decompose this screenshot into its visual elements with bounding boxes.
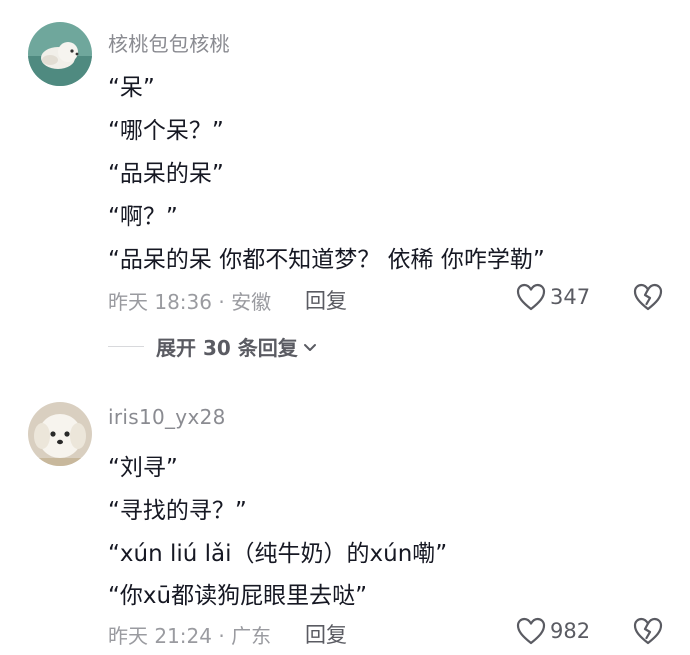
comment-text-line: “品呆的呆”: [108, 161, 224, 187]
comment-text-line: “哪个呆？”: [108, 118, 224, 144]
broken-heart-icon: [633, 617, 663, 645]
divider: [108, 346, 144, 347]
like-button[interactable]: 347: [516, 283, 590, 311]
comment-text-line: “呆”: [108, 75, 155, 101]
comment-text-line: “啊？”: [108, 204, 178, 230]
expand-replies[interactable]: 展开 30 条回复: [108, 332, 318, 361]
comment-text-line: “品呆的呆 你都不知道梦？ 依稀 你咋学勒”: [108, 247, 545, 273]
comment-meta: 昨天 21:24 · 广东: [108, 624, 272, 648]
like-count: 982: [550, 619, 591, 643]
chevron-down-icon[interactable]: [302, 339, 318, 355]
reply-button[interactable]: 回复: [305, 285, 347, 315]
dislike-button[interactable]: [633, 617, 663, 649]
heart-outline-icon: [516, 283, 546, 311]
heart-outline-icon: [516, 617, 546, 645]
reply-button[interactable]: 回复: [305, 619, 347, 649]
username[interactable]: 核桃包包核桃: [108, 28, 230, 57]
broken-heart-icon: [633, 283, 663, 311]
username[interactable]: iris10_yx28: [108, 405, 226, 429]
comment-text-line: “你xū都读狗屁眼里去哒”: [108, 583, 368, 609]
like-count: 347: [550, 285, 591, 309]
like-button[interactable]: 982: [516, 617, 590, 645]
avatar[interactable]: [28, 402, 92, 466]
comment-meta: 昨天 18:36 · 安徽: [108, 290, 272, 314]
dislike-button[interactable]: [633, 283, 663, 315]
comment-text-line: “寻找的寻？”: [108, 498, 247, 524]
expand-replies-label[interactable]: 展开 30 条回复: [156, 332, 298, 361]
avatar[interactable]: [28, 22, 92, 86]
comment-text-line: “刘寻”: [108, 455, 178, 481]
comment-text-line: “xún liú lǎi（纯牛奶）的xún嘞”: [108, 541, 448, 567]
